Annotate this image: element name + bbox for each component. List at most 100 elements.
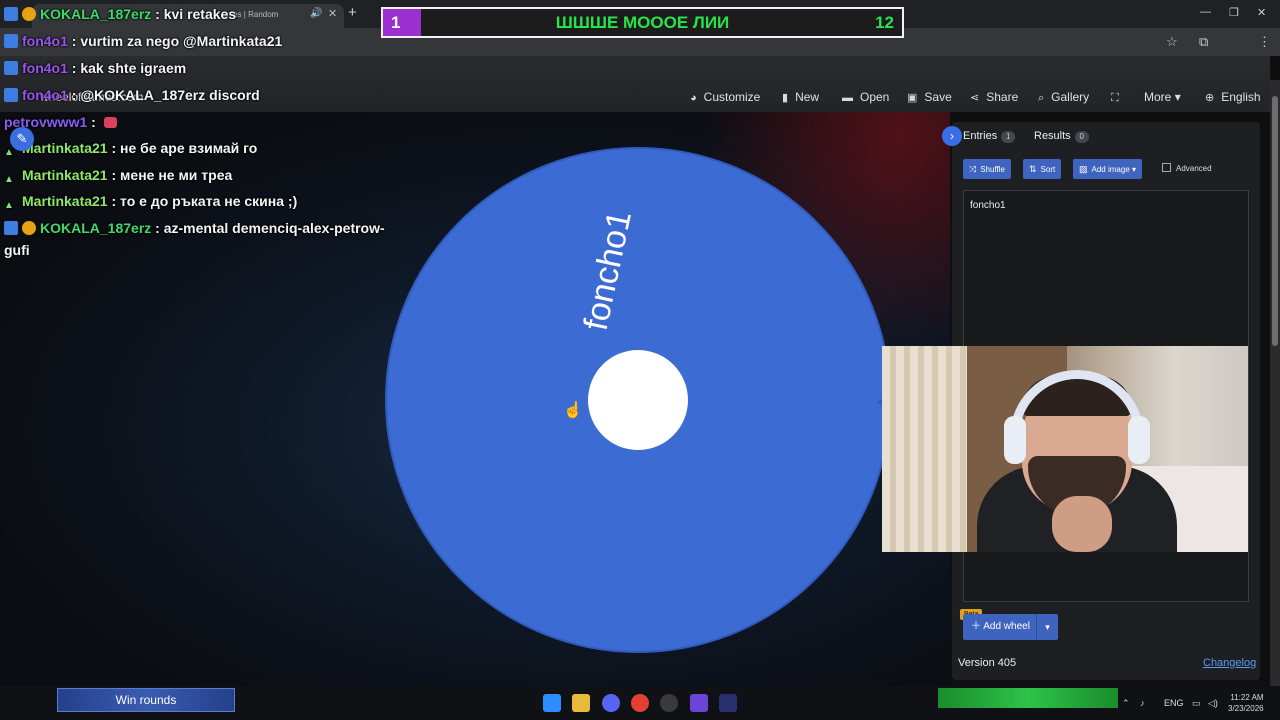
windows-start-icon[interactable] xyxy=(543,694,561,712)
file-icon: ▮ xyxy=(782,92,789,104)
win-rounds-widget: Win rounds xyxy=(57,688,235,712)
wheel[interactable]: foncho1 xyxy=(380,142,900,662)
caret-down-icon: ▾ xyxy=(1174,90,1181,104)
gallery-button[interactable]: ⌕ Gallery xyxy=(1038,90,1089,105)
chat-message: ▲ Martinkata21 : мене не ми треа xyxy=(4,167,232,188)
version-text: Version 405 xyxy=(958,657,1017,669)
curtain xyxy=(882,346,972,552)
chat-text: kvi retakes xyxy=(163,6,237,22)
streamer-hand xyxy=(1052,496,1112,552)
chat-overlay: KOKALA_187erz : kvi retakes fon4o1 : vur… xyxy=(0,0,420,270)
search-icon: ⌕ xyxy=(1038,92,1045,104)
webcam-overlay xyxy=(882,346,1248,552)
obs-icon[interactable] xyxy=(660,694,678,712)
fullscreen-icon: ⛶ xyxy=(1111,92,1119,104)
chat-message-continued: gufi xyxy=(4,242,30,258)
more-label: More xyxy=(1144,90,1172,104)
scrollbar-thumb[interactable] xyxy=(1272,96,1278,346)
app-icon[interactable] xyxy=(690,694,708,712)
advanced-label: Advanced xyxy=(1176,164,1212,173)
fullscreen-button[interactable]: ⛶ xyxy=(1111,90,1126,105)
new-button[interactable]: ▮ New xyxy=(782,90,819,104)
counter-right: 12 xyxy=(875,13,894,32)
badge-icon xyxy=(4,34,18,48)
badge-icon: ▲ xyxy=(4,200,14,211)
shuffle-label: Shuffle xyxy=(980,165,1005,174)
chat-username: fon4o1 xyxy=(22,60,68,76)
advanced-checkbox[interactable]: Advanced xyxy=(1162,163,1212,173)
shuffle-icon: ⤨ xyxy=(969,164,977,174)
share-icon: ⋖ xyxy=(970,92,980,104)
share-button[interactable]: ⋖ Share xyxy=(970,90,1018,104)
save-button[interactable]: ▣ Save xyxy=(907,90,952,104)
chat-message: KOKALA_187erz : az-mental demenciq-alex-… xyxy=(4,220,385,236)
pencil-icon[interactable]: ✎ xyxy=(10,127,34,151)
shuffle-button[interactable]: ⤨ Shuffle xyxy=(963,159,1011,179)
results-label: Results xyxy=(1034,130,1071,142)
headset-cup-left xyxy=(1004,416,1026,464)
counter-title: ШШШЕ МОООЕ ЛИИ xyxy=(555,13,730,32)
app-icon[interactable] xyxy=(719,694,737,712)
entries-count: 1 xyxy=(1001,131,1016,143)
sort-button[interactable]: ⇅ Sort xyxy=(1023,159,1062,179)
file-explorer-icon[interactable] xyxy=(572,694,590,712)
plus-icon: ＋ xyxy=(971,621,981,632)
kebab-menu-icon[interactable]: ⋮ xyxy=(1258,34,1271,50)
tab-results[interactable]: Results 0 xyxy=(1034,130,1089,143)
chat-text: то е до ръката не скина ;) xyxy=(120,193,298,209)
chat-username: fon4o1 xyxy=(22,33,68,49)
hand-cursor-icon: ☝ xyxy=(563,402,583,419)
chat-message: fon4o1 : kak shte igraem xyxy=(4,60,186,76)
extensions-icon[interactable]: ⧉ xyxy=(1199,34,1208,50)
badge-icon xyxy=(22,221,36,235)
network-icon[interactable]: ▭ xyxy=(1192,698,1201,709)
tab-entries[interactable]: Entries 1 xyxy=(963,130,1016,143)
caret-down-icon[interactable]: ▾ xyxy=(1036,614,1058,640)
customize-button[interactable]: ◕ Customize xyxy=(690,90,760,104)
new-label: New xyxy=(795,90,820,104)
chat-text: vurtim za nego @Martinkata21 xyxy=(80,33,283,49)
sort-icon: ⇅ xyxy=(1029,164,1037,174)
gallery-label: Gallery xyxy=(1051,90,1090,104)
wheel-hub[interactable] xyxy=(588,350,688,450)
clock-time: 11:22 AM xyxy=(1230,693,1264,702)
chat-message: ▲ Martinkata21 : не бе аре взимай го xyxy=(4,140,257,161)
chat-message: KOKALA_187erz : kvi retakes xyxy=(4,6,236,22)
changelog-link[interactable]: Changelog xyxy=(1203,657,1256,669)
image-icon: ▨ xyxy=(1079,164,1088,174)
chat-message: ▲ Martinkata21 : то е до ръката не скина … xyxy=(4,193,297,214)
add-wheel-button[interactable]: ＋ Add wheel ▾ xyxy=(963,614,1058,640)
open-button[interactable]: ▬ Open xyxy=(842,90,889,104)
chat-username: KOKALA_187erz xyxy=(40,6,152,22)
chat-text: мене не ми треа xyxy=(120,167,233,183)
add-image-button[interactable]: ▨ Add image ▾ xyxy=(1073,159,1143,179)
restore-icon[interactable]: ❐ xyxy=(1229,6,1239,19)
palette-icon: ◕ xyxy=(690,92,697,104)
chrome-icon[interactable] xyxy=(631,694,649,712)
chat-message: fon4o1 : @KOKALA_187erz discord xyxy=(4,87,260,103)
badge-icon xyxy=(4,88,18,102)
chat-username: Martinkata21 xyxy=(22,193,108,209)
add-wheel-label: Add wheel xyxy=(983,621,1030,632)
more-button[interactable]: More ▾ xyxy=(1144,90,1181,104)
volume-icon[interactable]: ◁) xyxy=(1208,698,1218,709)
discord-icon[interactable] xyxy=(602,694,620,712)
chat-text: kak shte igraem xyxy=(80,60,187,76)
badge-icon: ▲ xyxy=(4,174,14,185)
close-window-icon[interactable]: ✕ xyxy=(1257,6,1266,19)
chat-text: @KOKALA_187erz discord xyxy=(80,87,260,103)
chevron-up-icon[interactable]: ⌃ xyxy=(1122,698,1130,709)
badge-icon xyxy=(4,61,18,75)
system-clock[interactable]: 11:22 AM 3/23/2026 xyxy=(1228,692,1264,714)
minimize-icon[interactable]: — xyxy=(1200,6,1211,18)
star-icon[interactable]: ☆ xyxy=(1166,34,1178,50)
checkbox-box[interactable] xyxy=(1162,163,1171,172)
language-indicator[interactable]: ENG xyxy=(1164,698,1184,708)
badge-icon xyxy=(4,221,18,235)
language-button[interactable]: ⊕ English xyxy=(1205,90,1261,104)
chat-username: fon4o1 xyxy=(22,87,68,103)
clock-date: 3/23/2026 xyxy=(1228,704,1264,713)
customize-label: Customize xyxy=(703,90,761,104)
mic-icon[interactable]: ♪ xyxy=(1140,698,1145,708)
save-label: Save xyxy=(924,90,952,104)
